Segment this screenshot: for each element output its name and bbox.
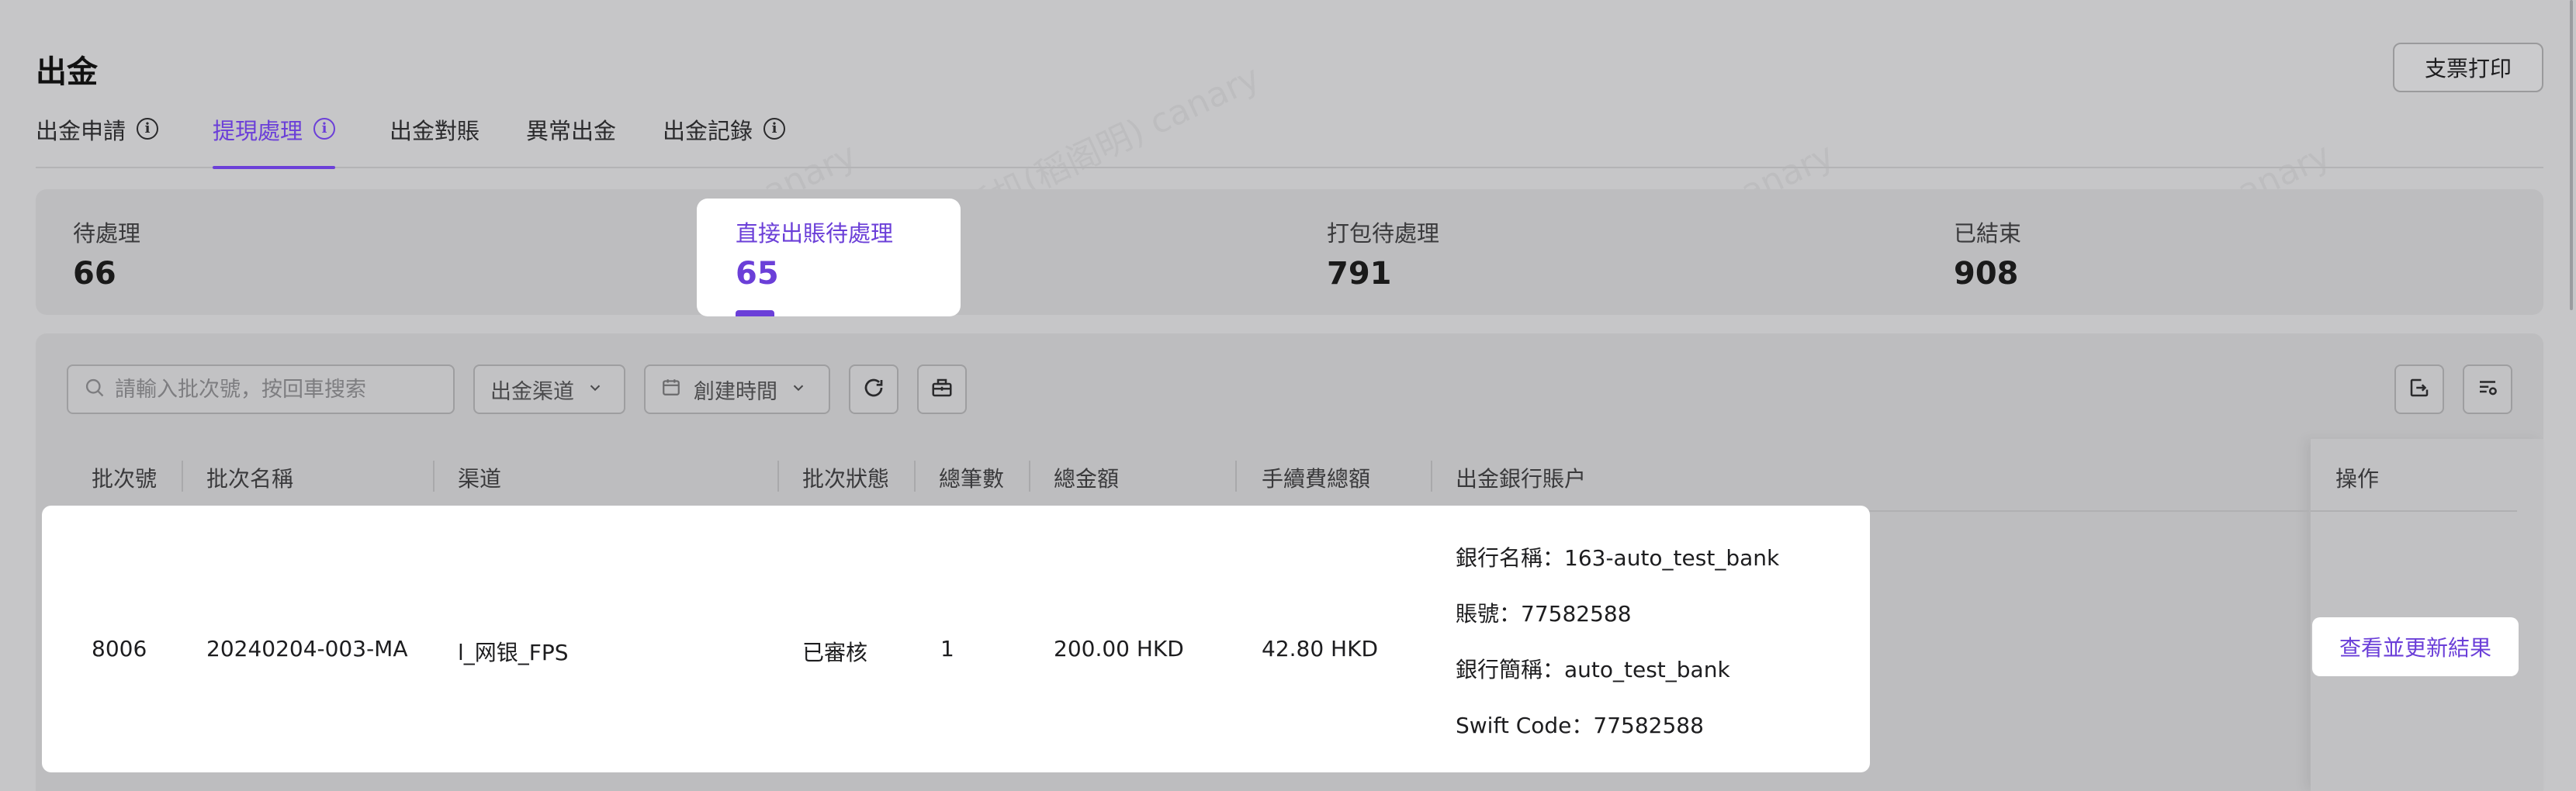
package-icon bbox=[930, 376, 954, 402]
tab-label: 出金對賬 bbox=[390, 118, 480, 144]
stat-value: 65 bbox=[736, 256, 779, 292]
tab-reconciliation[interactable]: 出金對賬 bbox=[390, 113, 480, 169]
column-header-actions: 操作 bbox=[2335, 466, 2380, 492]
channel-select[interactable]: 出金渠道 bbox=[473, 364, 625, 414]
table-header-divider bbox=[2311, 510, 2517, 512]
stat-finished[interactable]: 已結束 908 bbox=[1954, 189, 2021, 315]
tab-withdraw-processing[interactable]: 提現處理 i bbox=[213, 113, 336, 169]
refresh-button[interactable] bbox=[849, 364, 898, 414]
stat-label: 已結束 bbox=[1954, 220, 2022, 247]
stat-value: 908 bbox=[1954, 256, 2019, 292]
column-header-count[interactable]: 總筆數 bbox=[939, 462, 1004, 493]
stat-value: 791 bbox=[1327, 256, 1392, 292]
column-separator bbox=[1029, 461, 1030, 492]
stat-label: 打包待處理 bbox=[1327, 220, 1440, 247]
column-header-bank-account[interactable]: 出金銀行賬户 bbox=[1456, 462, 1586, 493]
stat-package-pending[interactable]: 打包待處理 791 bbox=[1327, 189, 1439, 315]
export-button[interactable] bbox=[2394, 364, 2444, 414]
select-value: 創建時間 bbox=[694, 379, 777, 404]
column-header-status[interactable]: 批次狀態 bbox=[802, 462, 889, 493]
column-header-total[interactable]: 總金額 bbox=[1054, 462, 1119, 493]
page-title: 出金 bbox=[36, 54, 98, 90]
column-header-fee[interactable]: 手續費總額 bbox=[1262, 462, 1370, 493]
package-button[interactable] bbox=[917, 364, 967, 414]
export-icon bbox=[2408, 376, 2431, 402]
column-header-batch-name[interactable]: 批次名稱 bbox=[206, 462, 293, 493]
tab-withdraw-records[interactable]: 出金記錄 i bbox=[663, 113, 786, 169]
tab-label: 出金記錄 bbox=[663, 118, 753, 144]
tab-withdraw-application[interactable]: 出金申請 i bbox=[36, 113, 159, 169]
stat-label: 待處理 bbox=[73, 220, 141, 247]
column-separator bbox=[1235, 461, 1237, 492]
search-input[interactable] bbox=[115, 377, 441, 402]
bank-short-name: 銀行簡稱：auto_test_bank bbox=[1456, 657, 1730, 682]
column-settings-icon bbox=[2476, 376, 2499, 402]
search-box[interactable] bbox=[67, 364, 455, 414]
cell-total: 200.00 HKD bbox=[1054, 636, 1184, 661]
info-icon[interactable]: i bbox=[313, 118, 336, 140]
column-settings-button[interactable] bbox=[2463, 364, 2512, 414]
cell-batch-name: 20240204-003-MA bbox=[206, 636, 408, 661]
stat-pending[interactable]: 待處理 66 bbox=[73, 189, 140, 315]
stat-value: 66 bbox=[73, 256, 116, 292]
view-update-result-link[interactable]: 查看並更新結果 bbox=[2312, 617, 2519, 676]
active-indicator bbox=[736, 310, 774, 316]
column-separator bbox=[777, 461, 779, 492]
stats-card: 待處理 66 直接出賬待處理 65 打包待處理 791 已結束 908 bbox=[36, 189, 2543, 316]
tab-label: 出金申請 bbox=[36, 118, 126, 144]
search-icon bbox=[84, 377, 106, 402]
bank-swift-code: Swift Code：77582588 bbox=[1456, 713, 1704, 738]
stat-label: 直接出賬待處理 bbox=[736, 220, 894, 247]
column-header-batch-no[interactable]: 批次號 bbox=[92, 462, 157, 493]
bank-account-no: 賬號：77582588 bbox=[1456, 601, 1632, 627]
calendar-icon bbox=[661, 377, 681, 402]
tab-bar: 出金申請 i 提現處理 i 出金對賬 異常出金 出金記錄 i bbox=[36, 113, 2543, 169]
info-icon[interactable]: i bbox=[763, 118, 786, 140]
cell-fee: 42.80 HKD bbox=[1262, 636, 1379, 661]
info-icon[interactable]: i bbox=[137, 118, 159, 140]
tab-abnormal-withdraw[interactable]: 異常出金 bbox=[526, 113, 616, 169]
column-separator bbox=[182, 461, 183, 492]
refresh-icon bbox=[862, 376, 885, 402]
date-select[interactable]: 創建時間 bbox=[644, 364, 830, 414]
select-value: 出金渠道 bbox=[490, 379, 574, 404]
tab-label: 提現處理 bbox=[213, 118, 303, 144]
chevron-down-icon bbox=[790, 378, 807, 402]
cell-batch-no: 8006 bbox=[92, 636, 147, 661]
cell-status: 已審核 bbox=[802, 640, 868, 665]
chevron-down-icon bbox=[587, 378, 604, 402]
column-separator bbox=[1431, 461, 1432, 492]
page-scrollbar[interactable] bbox=[2570, 0, 2573, 310]
bank-name: 銀行名稱：163-auto_test_bank bbox=[1456, 545, 1780, 571]
column-separator bbox=[914, 461, 916, 492]
cell-channel: l_网银_FPS bbox=[458, 640, 569, 665]
cell-count: 1 bbox=[940, 636, 954, 661]
column-header-channel[interactable]: 渠道 bbox=[458, 462, 501, 493]
stat-direct-pending[interactable]: 直接出賬待處理 65 bbox=[697, 199, 961, 316]
cheque-print-button[interactable]: 支票打印 bbox=[2393, 43, 2543, 92]
tab-label: 異常出金 bbox=[526, 118, 617, 144]
column-separator bbox=[433, 461, 435, 492]
